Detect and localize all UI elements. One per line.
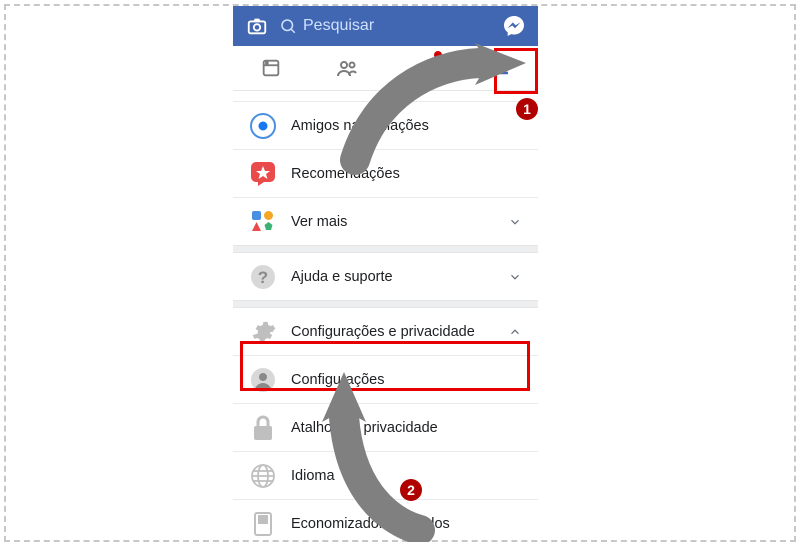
menu-item-ver-mais[interactable]: Ver mais [233,197,538,245]
menu-label: Recomendações [291,166,400,182]
menu-item-atalhos-privacidade[interactable]: Atalhos de privacidade [233,403,538,451]
menu-item-config-privacidade[interactable]: Configurações e privacidade [233,308,538,355]
menu-label: Ver mais [291,214,347,230]
menu-label: Amigos nas ediações [291,118,429,134]
menu-item-configuracoes[interactable]: Configurações [233,355,538,403]
notification-dot [434,51,442,59]
search-icon [279,17,297,35]
menu-label: Configurações [291,372,385,388]
menu-panel: Amigos nas ediações Recomendações [233,91,538,540]
menu-item-recomendacoes[interactable]: Recomendações [233,149,538,197]
data-saver-icon [249,510,277,538]
chevron-up-icon [508,325,522,339]
profile-settings-icon [249,366,277,394]
messenger-icon[interactable] [500,12,528,40]
globe-icon [249,462,277,490]
gear-icon [249,318,277,346]
help-icon: ? [249,263,277,291]
phone-screen: Pesquisar [233,6,538,540]
menu-label: Idioma [291,468,335,484]
nav-tabs [233,46,538,91]
see-more-icon [249,208,277,236]
menu-label: Atalhos de privacidade [291,420,438,436]
menu-item-economizador[interactable]: Economizador de Dados [233,499,538,540]
recommendations-icon [249,160,277,188]
menu-label: Economizador de Dados [291,516,450,532]
lock-icon [249,414,277,442]
menu-item-ajuda-suporte[interactable]: ? Ajuda e suporte [233,253,538,300]
tab-menu[interactable] [474,46,526,90]
chevron-down-icon [508,215,522,229]
camera-icon[interactable] [243,12,271,40]
tab-feed[interactable] [245,46,297,90]
facebook-topbar: Pesquisar [233,6,538,46]
tab-friends[interactable] [321,46,373,90]
menu-label: Configurações e privacidade [291,324,475,340]
search-placeholder: Pesquisar [303,17,374,35]
search-field[interactable]: Pesquisar [279,17,492,35]
hamburger-icon [488,56,512,80]
svg-text:?: ? [258,268,268,287]
menu-item-idioma[interactable]: Idioma [233,451,538,499]
menu-item-amigos[interactable]: Amigos nas ediações [233,101,538,149]
chevron-down-icon [508,270,522,284]
menu-label: Ajuda e suporte [291,269,393,285]
friends-nearby-icon [249,112,277,140]
tab-notifications[interactable] [398,46,450,90]
